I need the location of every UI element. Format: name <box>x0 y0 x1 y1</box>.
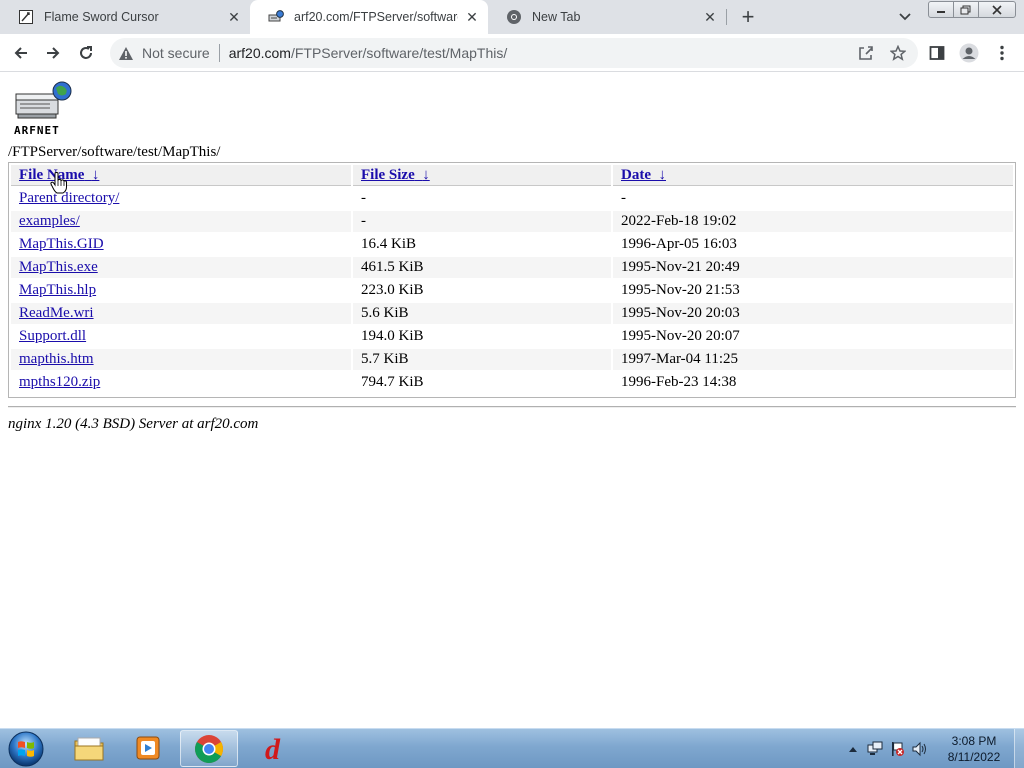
file-size: 794.7 KiB <box>361 374 424 390</box>
table-row: Parent directory/ - - <box>11 188 1013 209</box>
server-signature: nginx 1.20 (4.3 BSD) Server at arf20.com <box>8 416 259 432</box>
not-secure-label[interactable]: Not secure <box>142 45 210 61</box>
tab-strip: Flame Sword Cursor ✕ arf20.com/FTPServer… <box>0 0 1024 34</box>
file-link[interactable]: mpths120.zip <box>19 374 100 390</box>
file-size: - <box>353 211 611 232</box>
table-row: MapThis.GID 16.4 KiB 1996-Apr-05 16:03 <box>11 234 1013 255</box>
system-tray <box>842 729 930 768</box>
tab-title: Flame Sword Cursor <box>44 10 159 24</box>
media-player-icon[interactable] <box>120 730 178 767</box>
file-explorer-icon[interactable] <box>60 730 118 767</box>
file-date: 1995-Nov-21 20:49 <box>613 257 1013 278</box>
file-link[interactable]: examples/ <box>19 213 80 229</box>
table-row: mapthis.htm 5.7 KiB 1997-Mar-04 11:25 <box>11 349 1013 370</box>
browser-toolbar: Not secure arf20.com/FTPServer/software/… <box>0 34 1024 72</box>
clock-time: 3:08 PM <box>951 734 997 748</box>
file-listing-table: File Name ↓ File Size ↓ Date ↓ Parent di… <box>8 162 1016 398</box>
tab-title: arf20.com/FTPServer/software/te <box>294 10 458 24</box>
file-size: 5.6 KiB <box>353 303 611 324</box>
d-app-icon[interactable]: d <box>246 730 304 767</box>
table-row: ReadMe.wri 5.6 KiB 1995-Nov-20 20:03 <box>11 303 1013 324</box>
chrome-favicon-icon <box>506 9 522 25</box>
table-row: Support.dll 194.0 KiB 1995-Nov-20 20:07 <box>11 326 1013 347</box>
side-panel-icon[interactable] <box>926 42 948 64</box>
show-hidden-icons-chevron-icon[interactable] <box>845 741 861 757</box>
hand-cursor-icon <box>50 172 68 194</box>
action-center-flag-icon[interactable] <box>889 741 905 757</box>
table-row: MapThis.exe 461.5 KiB 1995-Nov-21 20:49 <box>11 257 1013 278</box>
file-size: 5.7 KiB <box>353 349 611 370</box>
tab-new-tab[interactable]: New Tab ✕ <box>488 0 726 34</box>
logo-text: ARFNET <box>14 124 60 137</box>
flame-sword-favicon-icon <box>18 9 34 25</box>
taskbar-clock[interactable]: 3:08 PM 8/11/2022 <box>938 733 1010 765</box>
horizontal-rule <box>8 406 1016 408</box>
window-controls <box>928 1 1016 18</box>
chrome-icon[interactable] <box>180 730 238 767</box>
profile-avatar-icon[interactable] <box>958 42 980 64</box>
file-link[interactable]: MapThis.hlp <box>19 282 96 298</box>
file-link[interactable]: Support.dll <box>19 328 86 344</box>
page-content: ARFNET /FTPServer/software/test/MapThis/… <box>0 72 1024 728</box>
file-link[interactable]: MapThis.exe <box>19 259 98 275</box>
windows-taskbar: d 3:08 PM 8/11/2022 <box>0 728 1024 768</box>
file-link[interactable]: mapthis.htm <box>19 351 94 367</box>
sort-by-date-link[interactable]: Date ↓ <box>621 167 666 183</box>
kebab-menu-icon[interactable] <box>991 42 1013 64</box>
close-tab-icon[interactable]: ✕ <box>462 7 482 27</box>
tab-flame-sword-cursor[interactable]: Flame Sword Cursor ✕ <box>0 0 250 34</box>
address-bar[interactable]: Not secure arf20.com/FTPServer/software/… <box>110 38 918 68</box>
forward-arrow-icon[interactable] <box>40 40 66 66</box>
close-tab-icon[interactable]: ✕ <box>224 7 244 27</box>
table-header-row: File Name ↓ File Size ↓ Date ↓ <box>11 165 1013 186</box>
file-size: 461.5 KiB <box>353 257 611 278</box>
file-date: 1995-Nov-20 21:53 <box>621 282 740 298</box>
warning-triangle-icon[interactable] <box>118 45 134 61</box>
column-header-date[interactable]: Date ↓ <box>613 165 1013 186</box>
file-size: - <box>361 190 366 206</box>
svg-text:d: d <box>265 734 281 764</box>
file-size: 223.0 KiB <box>361 282 424 298</box>
file-link[interactable]: MapThis.GID <box>19 236 104 252</box>
file-date: 1997-Mar-04 11:25 <box>613 349 1013 370</box>
start-orb-icon[interactable] <box>6 730 46 768</box>
new-tab-plus-icon[interactable]: + <box>736 4 760 29</box>
table-row: mpths120.zip 794.7 KiB 1996-Feb-23 14:38 <box>11 372 1013 393</box>
clock-date: 8/11/2022 <box>947 750 1001 764</box>
file-date: 1996-Feb-23 14:38 <box>621 374 737 390</box>
file-date: 1995-Nov-20 20:07 <box>621 328 740 344</box>
file-date: 2022-Feb-18 19:02 <box>613 211 1013 232</box>
tab-title: New Tab <box>532 10 581 24</box>
omnibox-divider <box>218 44 220 62</box>
file-date: - <box>621 190 626 206</box>
bookmark-star-icon[interactable] <box>890 45 906 61</box>
restore-icon[interactable] <box>953 1 979 18</box>
share-icon[interactable] <box>858 45 874 61</box>
show-desktop-button[interactable] <box>1014 729 1024 768</box>
directory-path: /FTPServer/software/test/MapThis/ <box>8 144 221 160</box>
close-window-icon[interactable] <box>978 1 1016 18</box>
minimize-icon[interactable] <box>928 1 954 18</box>
back-arrow-icon[interactable] <box>8 40 34 66</box>
arfnet-favicon-icon <box>268 9 284 25</box>
volume-speaker-icon[interactable] <box>911 741 927 757</box>
file-date: 1995-Nov-20 20:03 <box>613 303 1013 324</box>
column-header-file-size[interactable]: File Size ↓ <box>353 165 611 186</box>
table-row: examples/ -2022-Feb-18 19:02 <box>11 211 1013 232</box>
close-tab-icon[interactable]: ✕ <box>700 7 720 27</box>
table-row: MapThis.hlp 223.0 KiB 1995-Nov-20 21:53 <box>11 280 1013 301</box>
reload-icon[interactable] <box>73 40 99 66</box>
file-date: 1996-Apr-05 16:03 <box>621 236 737 252</box>
file-link[interactable]: ReadMe.wri <box>19 305 94 321</box>
tab-separator <box>726 9 727 25</box>
file-size: 194.0 KiB <box>361 328 424 344</box>
sort-by-size-link[interactable]: File Size ↓ <box>361 167 430 183</box>
url-path: /FTPServer/software/test/MapThis/ <box>290 45 508 61</box>
url-host: arf20.com <box>228 45 291 61</box>
tab-search-chevron-icon[interactable] <box>894 7 916 27</box>
file-link[interactable]: Parent directory/ <box>19 190 119 206</box>
file-size: 16.4 KiB <box>361 236 417 252</box>
tab-arf20-active[interactable]: arf20.com/FTPServer/software/te ✕ <box>250 0 488 34</box>
network-icon[interactable] <box>867 741 883 757</box>
